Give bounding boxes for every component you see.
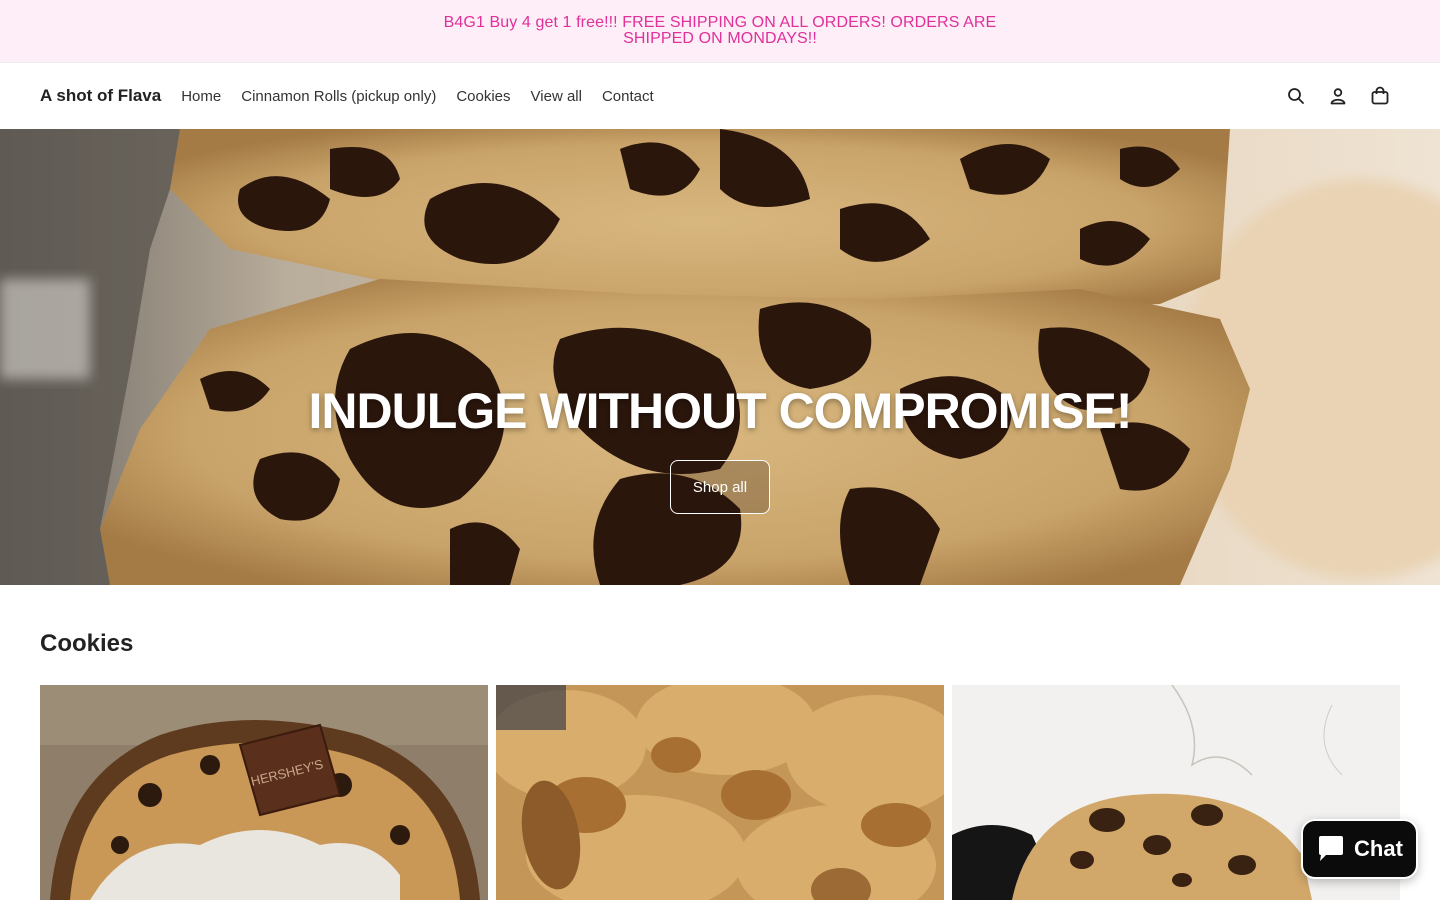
product-grid: HERSHEY'S	[40, 685, 1400, 900]
site-header: A shot of Flava Home Cinnamon Rolls (pic…	[0, 63, 1440, 129]
search-icon[interactable]	[1286, 86, 1306, 106]
nav-view-all[interactable]: View all	[531, 88, 582, 105]
brand-logo[interactable]: A shot of Flava	[40, 86, 161, 106]
nav-cinnamon-rolls[interactable]: Cinnamon Rolls (pickup only)	[241, 88, 436, 105]
collection-title: Cookies	[40, 630, 134, 657]
product-card-smores[interactable]: HERSHEY'S	[40, 685, 488, 900]
chat-bubble-icon	[1319, 836, 1344, 861]
hero-title: INDULGE WITHOUT COMPROMISE!	[308, 383, 1133, 439]
main-nav: Home Cinnamon Rolls (pickup only) Cookie…	[181, 88, 653, 105]
pecan-cookie-image	[496, 685, 944, 900]
announcement-text: B4G1 Buy 4 get 1 free!!! FREE SHIPPING O…	[443, 14, 997, 47]
nav-contact[interactable]: Contact	[602, 88, 654, 105]
smores-cookie-image: HERSHEY'S	[40, 685, 488, 900]
announcement-bar: B4G1 Buy 4 get 1 free!!! FREE SHIPPING O…	[0, 0, 1440, 63]
nav-home[interactable]: Home	[181, 88, 221, 105]
chat-button[interactable]: Chat	[1301, 819, 1418, 879]
nav-cookies[interactable]: Cookies	[456, 88, 510, 105]
hero-banner: INDULGE WITHOUT COMPROMISE! Shop all	[0, 129, 1440, 585]
account-icon[interactable]	[1328, 86, 1348, 106]
shop-all-button[interactable]: Shop all	[670, 460, 770, 514]
hero-content: INDULGE WITHOUT COMPROMISE! Shop all	[0, 129, 1440, 585]
chat-label: Chat	[1354, 836, 1403, 861]
header-icons	[1286, 86, 1390, 106]
product-card-pecan[interactable]	[496, 685, 944, 900]
cart-icon[interactable]	[1370, 86, 1390, 106]
